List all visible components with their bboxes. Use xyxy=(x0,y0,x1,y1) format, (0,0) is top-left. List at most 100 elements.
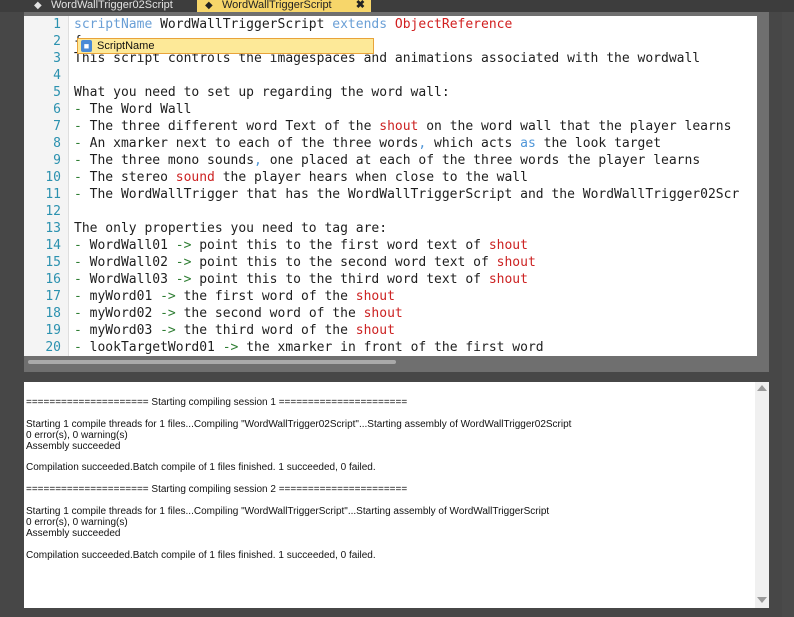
code-token: The three different word Text of the xyxy=(89,119,380,134)
code-token: sound xyxy=(175,170,215,185)
code-line: The only properties you need to tag are: xyxy=(74,220,387,237)
output-line: Starting 1 compile threads for 1 files..… xyxy=(26,418,572,430)
output-line: Starting 1 compile threads for 1 files..… xyxy=(26,506,550,517)
code-token: lookTargetWord01 xyxy=(89,340,223,355)
property-icon: ■ xyxy=(81,40,92,52)
code-line: - The stereo sound the player hears when… xyxy=(74,169,528,186)
code-token: The only properties you need to tag are: xyxy=(74,221,388,236)
line-number: 19 xyxy=(45,323,61,338)
line-number: 1 xyxy=(53,17,61,32)
code-token: The WordWallTrigger that has the WordWal… xyxy=(89,187,740,202)
code-token: which acts xyxy=(434,136,521,151)
script-icon: ◆ xyxy=(34,0,42,11)
code-line: What you need to set up regarding the wo… xyxy=(74,84,450,101)
line-number: 18 xyxy=(45,306,61,321)
editor-scrollbar-thumb[interactable] xyxy=(28,360,396,364)
code-line: - myWord02 -> the second word of the sho… xyxy=(74,305,403,322)
output-line: 0 error(s), 0 warning(s) xyxy=(26,429,128,441)
code-token: - xyxy=(74,136,90,151)
output-line: Assembly succeeded xyxy=(26,527,121,539)
code-token: WordWall03 xyxy=(89,272,176,287)
tab-wordwalltrigger02script[interactable]: ◆ WordWallTrigger02Script xyxy=(34,0,192,12)
code-token: extends xyxy=(332,17,395,32)
code-editor[interactable]: 1 2 3 4 5 6 7 8 9 10 11 12 13 14 15 16 17 18 19 20 scriptNa… xyxy=(24,16,757,356)
line-number: 14 xyxy=(45,238,61,253)
code-token: - xyxy=(74,340,90,355)
code-token: The Word Wall xyxy=(89,102,192,117)
code-token: -> xyxy=(222,340,247,355)
code-token: What you need to set up regarding the wo… xyxy=(74,85,450,100)
code-token: - xyxy=(74,272,90,287)
line-number-gutter: 1 2 3 4 5 6 7 8 9 10 11 12 13 14 15 16 17 18 19 20 xyxy=(24,16,69,356)
code-line: - An xmarker next to each of the three w… xyxy=(74,135,661,152)
code-token: myWord02 xyxy=(89,306,161,321)
code-token: - xyxy=(74,153,90,168)
code-token: shout xyxy=(363,306,403,321)
line-number: 15 xyxy=(45,255,61,270)
code-token: - xyxy=(74,323,90,338)
code-token: shout xyxy=(496,255,536,270)
code-token: - xyxy=(74,187,90,202)
code-token: WordWall01 xyxy=(89,238,176,253)
output-line: ===================== Starting compiling… xyxy=(26,484,408,496)
autocomplete-item[interactable]: ScriptName xyxy=(97,40,154,53)
code-token: - xyxy=(74,238,90,253)
line-number: 2 xyxy=(53,34,61,49)
code-token: -> xyxy=(175,238,200,253)
close-icon[interactable]: ✖ xyxy=(356,0,365,11)
line-number: 10 xyxy=(45,170,61,185)
code-token: shout xyxy=(355,289,395,304)
code-token: point this to the second word text of xyxy=(199,255,497,270)
code-token: myWord01 xyxy=(89,289,161,304)
autocomplete-popup[interactable]: ■ ScriptName xyxy=(77,38,374,54)
tab-bar: ◆ WordWallTrigger02Script ◆ WordWallTrigge… xyxy=(0,0,794,12)
code-token: The stereo xyxy=(89,170,176,185)
code-line: - The Word Wall xyxy=(74,101,191,118)
right-panel-edge xyxy=(782,12,794,617)
output-line: Assembly succeeded xyxy=(26,440,121,452)
code-token: - xyxy=(74,119,90,134)
code-line: - WordWall01 -> point this to the first … xyxy=(74,237,528,254)
code-token: the first word of the xyxy=(183,289,356,304)
code-token: -> xyxy=(160,306,184,321)
code-token: scriptName xyxy=(74,17,161,32)
line-number: 16 xyxy=(45,272,61,287)
line-number: 13 xyxy=(45,221,61,236)
output-vertical-scrollbar[interactable] xyxy=(755,382,769,608)
code-line: - myWord03 -> the third word of the shou… xyxy=(74,322,395,339)
code-token: shout xyxy=(379,119,419,134)
code-token: - xyxy=(74,170,90,185)
compiler-output-panel: ===================== Starting compiling… xyxy=(24,382,755,608)
line-number: 11 xyxy=(45,187,61,202)
scroll-down-arrow-icon[interactable] xyxy=(757,597,767,603)
code-line: - WordWall03 -> point this to the third … xyxy=(74,271,528,288)
line-number: 5 xyxy=(53,85,61,100)
output-line: Compilation succeeded.Batch compile of 1… xyxy=(26,462,376,474)
code-token: shout xyxy=(488,272,528,287)
scroll-up-arrow-icon[interactable] xyxy=(757,385,767,391)
code-token: WordWallTriggerScript xyxy=(160,17,333,32)
line-number: 9 xyxy=(53,153,61,168)
code-token: -> xyxy=(160,323,184,338)
tab-label: WordWallTriggerScript xyxy=(222,0,332,11)
line-number: 6 xyxy=(53,102,61,117)
code-token: the player hears when close to the wall xyxy=(214,170,528,185)
code-token: , xyxy=(418,136,435,151)
code-line: - The WordWallTrigger that has the WordW… xyxy=(74,186,739,203)
code-token: - xyxy=(74,289,90,304)
code-token: point this to the third word text of xyxy=(199,272,489,287)
code-line: - The three mono sounds, one placed at e… xyxy=(74,152,700,169)
code-token: -> xyxy=(175,255,200,270)
code-token: shout xyxy=(355,323,395,338)
code-token: , xyxy=(254,153,270,168)
tab-wordwalltriggerscript[interactable]: ◆ WordWallTriggerScript ✖ xyxy=(197,0,371,12)
code-line: - myWord01 -> the first word of the shou… xyxy=(74,288,395,305)
output-line: ===================== Starting compiling… xyxy=(26,397,408,408)
tab-label: WordWallTrigger02Script xyxy=(51,0,173,11)
code-token: - xyxy=(74,306,90,321)
code-token: point this to the first word text of xyxy=(199,238,489,253)
code-token: - xyxy=(74,255,90,270)
code-token: The three mono sounds xyxy=(89,153,255,168)
code-token: ObjectReference xyxy=(394,17,513,32)
output-line: 0 error(s), 0 warning(s) xyxy=(26,516,128,528)
